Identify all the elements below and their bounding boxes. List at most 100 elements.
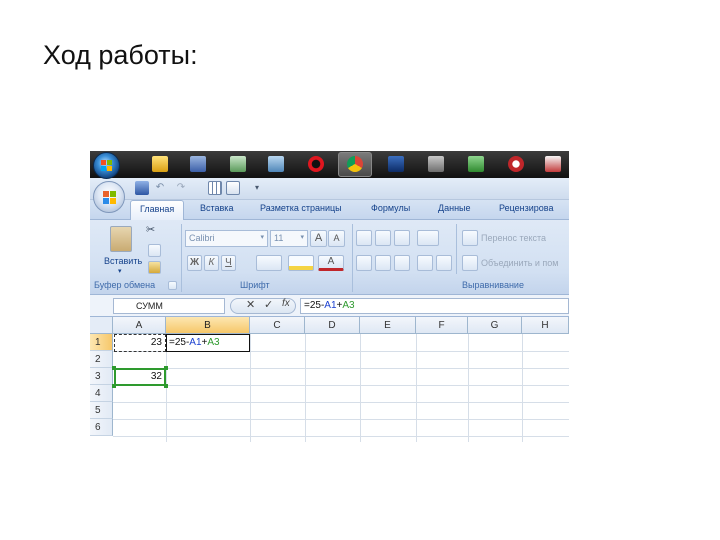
paste-dropdown-icon: ▾ bbox=[118, 268, 122, 275]
redo-icon[interactable]: ↷ bbox=[174, 181, 188, 195]
cell-b1-ref-a3: A3 bbox=[207, 337, 220, 348]
tab-home[interactable]: Главная bbox=[130, 200, 185, 221]
font-name-combo[interactable]: Calibri ▾ bbox=[185, 230, 268, 247]
grid-line bbox=[113, 402, 569, 403]
row-header-1[interactable]: 1 bbox=[90, 334, 113, 351]
cell-a3[interactable]: 32 bbox=[114, 368, 162, 385]
clipboard-group-label: Буфер обмена bbox=[94, 280, 156, 290]
shrink-font-button[interactable]: A bbox=[328, 230, 345, 247]
slide-title: Ход работы: bbox=[43, 40, 198, 70]
row-header-5[interactable]: 5 bbox=[90, 402, 113, 419]
merge-center-icon[interactable] bbox=[462, 255, 478, 271]
merge-center-label[interactable]: Объединить и пом bbox=[481, 258, 558, 268]
group-separator bbox=[352, 224, 353, 292]
column-header-b[interactable]: B bbox=[166, 317, 250, 334]
borders-icon[interactable] bbox=[208, 181, 222, 195]
grid-line bbox=[113, 419, 569, 420]
chart-icon[interactable] bbox=[226, 181, 240, 195]
wrap-text-icon[interactable] bbox=[462, 230, 478, 246]
name-box[interactable]: СУММ ▼ bbox=[113, 298, 238, 314]
tab-insert[interactable]: Вставка bbox=[200, 203, 233, 213]
font-size-dropdown-icon: ▾ bbox=[300, 234, 304, 241]
format-painter-icon[interactable] bbox=[148, 261, 161, 274]
column-header-e[interactable]: E bbox=[360, 317, 416, 334]
book-icon[interactable] bbox=[545, 156, 561, 172]
font-size-combo[interactable]: 11 ▾ bbox=[270, 230, 308, 247]
windows-start-icon[interactable] bbox=[93, 152, 120, 179]
row-header-3[interactable]: 3 bbox=[90, 368, 113, 385]
bold-glyph: Ж bbox=[189, 257, 200, 268]
undo-icon[interactable]: ↶ bbox=[153, 181, 167, 195]
selection-handle[interactable] bbox=[164, 384, 168, 388]
cell-a1[interactable]: 23 bbox=[114, 334, 162, 351]
notebook-icon[interactable] bbox=[268, 156, 284, 172]
copy-icon[interactable] bbox=[148, 244, 161, 257]
quick-save-icon[interactable] bbox=[135, 181, 149, 195]
shrink-font-glyph: A bbox=[333, 233, 340, 243]
align-left-icon[interactable] bbox=[356, 255, 372, 271]
underline-button[interactable]: Ч bbox=[221, 255, 236, 271]
save-icon[interactable] bbox=[190, 156, 206, 172]
align-bottom-icon[interactable] bbox=[394, 230, 410, 246]
clipboard-launcher-icon[interactable] bbox=[168, 281, 177, 290]
formula-input[interactable]: =25-A1+A3 bbox=[300, 298, 569, 314]
office-button[interactable] bbox=[93, 181, 125, 213]
photoshop-icon[interactable] bbox=[388, 156, 404, 172]
grow-font-glyph: A bbox=[314, 232, 323, 244]
tab-review[interactable]: Рецензирова bbox=[499, 203, 554, 213]
select-all-corner[interactable] bbox=[90, 317, 113, 334]
cancel-icon[interactable]: ✕ bbox=[246, 298, 255, 311]
formula-bar: СУММ ▼ ✕ ✓ fx =25-A1+A3 bbox=[90, 295, 569, 317]
insert-function-icon[interactable]: fx bbox=[282, 298, 290, 309]
calculator-icon[interactable] bbox=[230, 156, 246, 172]
enter-icon[interactable]: ✓ bbox=[264, 298, 273, 311]
cut-icon[interactable]: ✂ bbox=[146, 223, 162, 239]
font-color-button[interactable]: A bbox=[318, 255, 344, 271]
decrease-indent-icon[interactable] bbox=[417, 255, 433, 271]
column-header-f[interactable]: F bbox=[416, 317, 468, 334]
italic-button[interactable]: К bbox=[204, 255, 219, 271]
name-box-value: СУММ bbox=[136, 301, 163, 311]
office-logo-icon bbox=[103, 191, 116, 204]
formula-ref-a1: A1 bbox=[324, 300, 337, 311]
borders-button[interactable] bbox=[256, 255, 282, 271]
increase-indent-icon[interactable] bbox=[436, 255, 452, 271]
bold-button[interactable]: Ж bbox=[187, 255, 202, 271]
tab-data[interactable]: Данные bbox=[438, 203, 471, 213]
align-center-icon[interactable] bbox=[375, 255, 391, 271]
media-player-icon[interactable] bbox=[152, 156, 168, 172]
ribbon: Вставить ▾ ✂ Буфер обмена Calibri ▾ 11 ▾… bbox=[90, 220, 569, 295]
align-top-icon[interactable] bbox=[356, 230, 372, 246]
tree-icon[interactable] bbox=[468, 156, 484, 172]
column-header-c[interactable]: C bbox=[250, 317, 305, 334]
row-header-4[interactable]: 4 bbox=[90, 385, 113, 402]
column-header-h[interactable]: H bbox=[522, 317, 569, 334]
excel-screenshot: ↶ ↷ ▾ Главная Вставка Разметка страницы … bbox=[90, 151, 569, 442]
fill-color-button[interactable] bbox=[288, 255, 314, 271]
cell-b1-prefix: =25- bbox=[169, 337, 190, 348]
row-header-2[interactable]: 2 bbox=[90, 351, 113, 368]
wrap-text-label[interactable]: Перенос текста bbox=[481, 233, 546, 243]
tab-page-layout[interactable]: Разметка страницы bbox=[260, 203, 342, 213]
selection-handle[interactable] bbox=[164, 366, 168, 370]
group-separator bbox=[456, 224, 457, 274]
grid-line bbox=[113, 385, 569, 386]
align-right-icon[interactable] bbox=[394, 255, 410, 271]
column-header-d[interactable]: D bbox=[305, 317, 360, 334]
paste-button[interactable]: Вставить ▾ bbox=[104, 224, 142, 278]
group-separator bbox=[181, 224, 182, 292]
grid-line bbox=[113, 368, 569, 369]
qa-customize-icon[interactable]: ▾ bbox=[250, 181, 264, 195]
skull-icon[interactable] bbox=[508, 156, 524, 172]
row-header-6[interactable]: 6 bbox=[90, 419, 113, 436]
cell-b1[interactable]: =25-A1+A3 bbox=[169, 334, 249, 351]
column-header-a[interactable]: A bbox=[113, 317, 166, 334]
column-header-g[interactable]: G bbox=[468, 317, 522, 334]
grow-font-button[interactable]: A bbox=[310, 230, 327, 247]
opera-icon[interactable] bbox=[308, 156, 324, 172]
tool-icon[interactable] bbox=[428, 156, 444, 172]
tab-formulas[interactable]: Формулы bbox=[371, 203, 410, 213]
orientation-icon[interactable] bbox=[417, 230, 439, 246]
align-middle-icon[interactable] bbox=[375, 230, 391, 246]
chrome-icon[interactable] bbox=[347, 156, 363, 172]
